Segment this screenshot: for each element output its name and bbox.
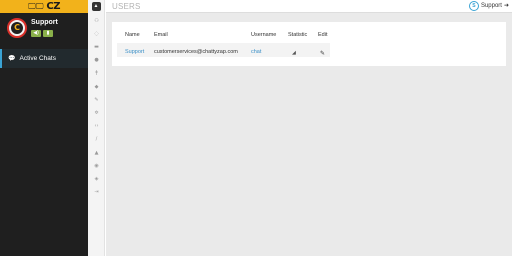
column-header-statistic[interactable]: Statistic (288, 32, 307, 38)
statistic-icon[interactable]: ◢ (292, 51, 296, 56)
chat-bubble-icon[interactable]: ● (88, 57, 105, 65)
image-icon[interactable]: ▲ (88, 149, 105, 157)
sidebar-item-active-chats[interactable]: 💬 Active Chats (0, 49, 88, 68)
header: USERS S Support ➜ (106, 0, 512, 13)
code-icon[interactable]: ‹› (88, 123, 105, 131)
cat-icon[interactable]: ▲ (91, 2, 101, 11)
chat-icon: 💬 (8, 54, 16, 62)
brush-icon[interactable]: ∕ (88, 136, 105, 144)
avatar-icon: C (11, 22, 23, 34)
arrow-right-icon: ➜ (503, 2, 509, 9)
gear-icon[interactable]: ✲ (88, 109, 105, 117)
users-table: Name Email Username Statistic Edit Suppo… (112, 22, 506, 66)
bookmark-icon[interactable]: ◈ (88, 175, 105, 183)
main-content: USERS S Support ➜ Name Email Username St… (106, 0, 512, 256)
rail-header: ▲ (88, 0, 104, 13)
monitors-icon: 🖵🖵 (27, 1, 44, 11)
user-name-link[interactable]: Support (125, 49, 144, 56)
user-email: customerservices@chattyzap.com (154, 49, 238, 55)
support-user-menu[interactable]: S Support ➜ (468, 1, 509, 11)
tag-icon[interactable]: ◆ (88, 83, 105, 91)
logo[interactable]: 🖵🖵 CZ (0, 0, 88, 13)
sidebar-item-label: Active Chats (19, 55, 56, 62)
edit-icon[interactable]: ✎ (320, 51, 325, 57)
comments-icon[interactable]: ◌ (88, 30, 105, 38)
users-icon[interactable]: ⚇ (88, 17, 105, 25)
logo-text: CZ (46, 0, 61, 12)
column-header-username[interactable]: Username (251, 32, 276, 38)
mobile-toggle-button[interactable]: ▮ (43, 30, 53, 37)
mic-icon[interactable]: ǂ (88, 70, 105, 78)
support-label: Support (480, 3, 502, 9)
sound-toggle-button[interactable]: ◀) (31, 30, 41, 37)
column-header-name[interactable]: Name (125, 32, 140, 38)
support-avatar-icon: S (468, 1, 479, 11)
logout-icon[interactable]: ⇥ (88, 189, 105, 197)
column-header-edit[interactable]: Edit (318, 32, 327, 38)
profile-buttons: ◀) ▮ (31, 30, 53, 37)
profile-panel: C Support ◀) ▮ (0, 13, 88, 49)
icon-rail: ▲ ⚇ ◌ ▬ ● ǂ ◆ ✎ ✲ ‹› ∕ ▲ ◉ ◈ ⇥ (88, 0, 105, 256)
pencil-icon[interactable]: ✎ (88, 96, 105, 104)
column-header-email[interactable]: Email (154, 32, 168, 38)
page-title: USERS (112, 2, 141, 11)
avatar[interactable]: C (7, 18, 27, 38)
sidebar: 🖵🖵 CZ C Support ◀) ▮ 💬 Active Chats (0, 0, 88, 256)
user-icon[interactable]: ◉ (88, 162, 105, 170)
comment-icon[interactable]: ▬ (88, 43, 105, 51)
user-username-link[interactable]: chat (251, 49, 261, 56)
profile-name: Support (31, 19, 58, 26)
